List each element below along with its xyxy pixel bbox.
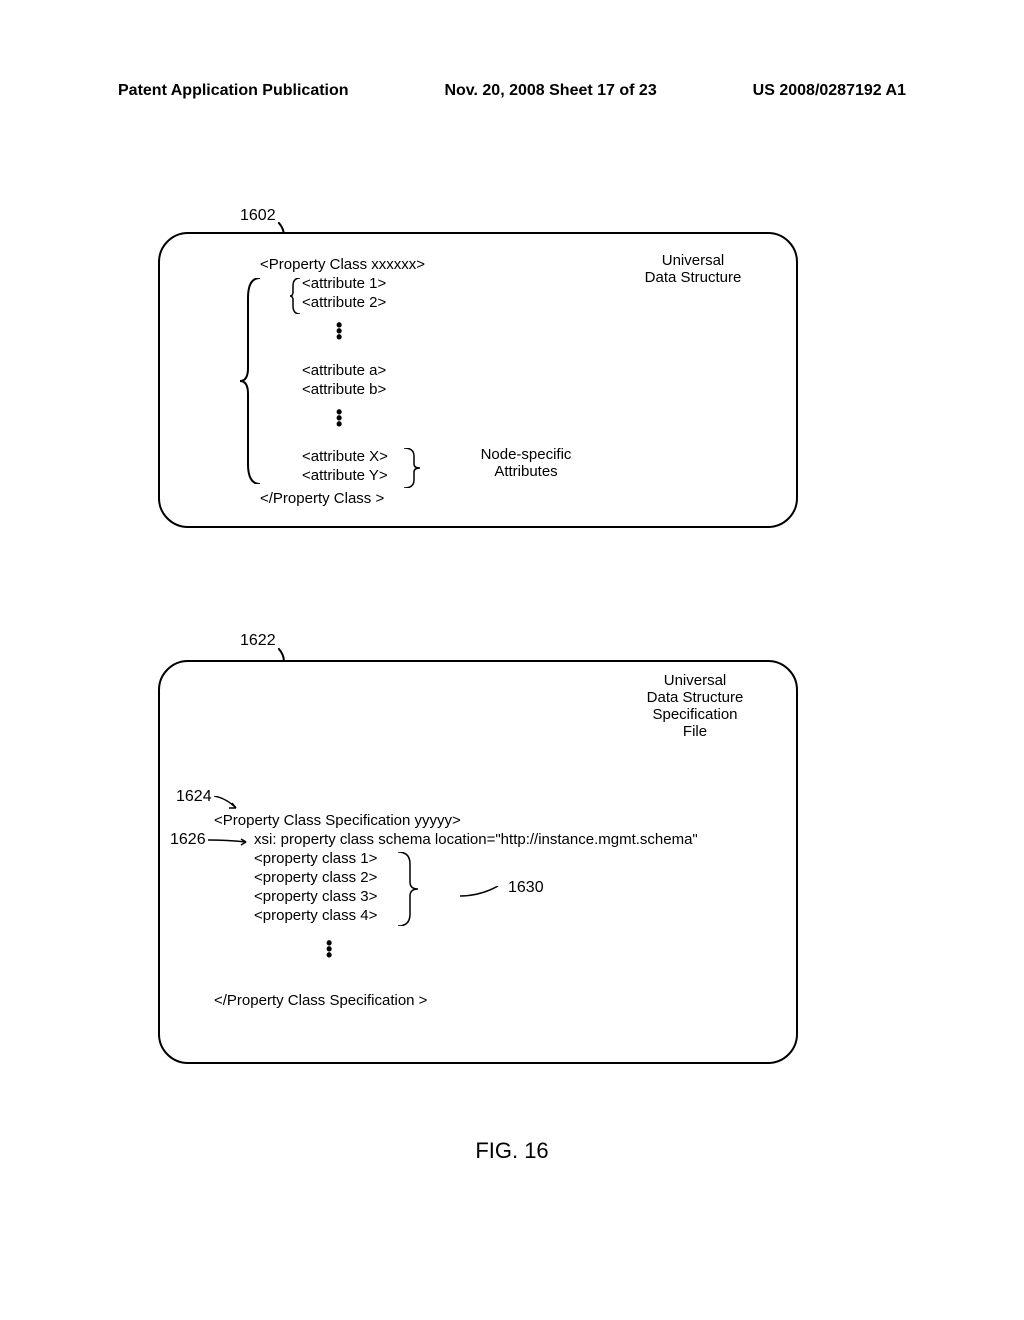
box1-attr-x: <attribute X>: [302, 448, 388, 465]
header-center: Nov. 20, 2008 Sheet 17 of 23: [444, 82, 656, 100]
box2-pc4: <property class 4>: [254, 907, 377, 924]
box1-attr2: <attribute 2>: [302, 294, 386, 311]
figure-label: FIG. 16: [0, 1138, 1024, 1164]
node-specific-label: Node-specific Attributes: [466, 446, 586, 480]
box1-vdots-2: •••: [336, 409, 342, 427]
box2-vdots: •••: [326, 940, 332, 958]
brace-1630: [398, 852, 422, 926]
ref-1626: 1626: [170, 831, 206, 849]
box1-attr-b: <attribute b>: [302, 381, 386, 398]
brace-xy: [404, 448, 454, 488]
box2-pc2: <property class 2>: [254, 869, 377, 886]
leader-1626: [208, 838, 250, 846]
box1-attr-a: <attribute a>: [302, 362, 386, 379]
box1-open-tag: <Property Class xxxxxx>: [260, 256, 425, 273]
page-header: Patent Application Publication Nov. 20, …: [0, 82, 1024, 100]
ref-1602: 1602: [240, 207, 276, 225]
box2-close-tag: </Property Class Specification >: [214, 992, 427, 1009]
brace-upper-small: [290, 278, 302, 314]
brace-1606: [240, 278, 262, 484]
ref-1630: 1630: [508, 879, 544, 897]
box2-schema: xsi: property class schema location="htt…: [254, 831, 698, 848]
box1-title: Universal Data Structure: [618, 252, 768, 286]
box1-attr-y: <attribute Y>: [302, 467, 388, 484]
box1-close-tag: </Property Class >: [260, 490, 384, 507]
header-left: Patent Application Publication: [118, 82, 349, 100]
box2-title: Universal Data Structure Specification F…: [610, 672, 780, 740]
box2-pc3: <property class 3>: [254, 888, 377, 905]
box2-open-tag: <Property Class Specification yyyyy>: [214, 812, 461, 829]
box2-pc1: <property class 1>: [254, 850, 377, 867]
ref-1624: 1624: [176, 788, 212, 806]
box1-attr1: <attribute 1>: [302, 275, 386, 292]
box1-vdots-1: •••: [336, 322, 342, 340]
header-right: US 2008/0287192 A1: [753, 82, 906, 100]
ref-1622: 1622: [240, 632, 276, 650]
leader-1624: [214, 796, 242, 810]
leader-1630: [460, 886, 502, 900]
